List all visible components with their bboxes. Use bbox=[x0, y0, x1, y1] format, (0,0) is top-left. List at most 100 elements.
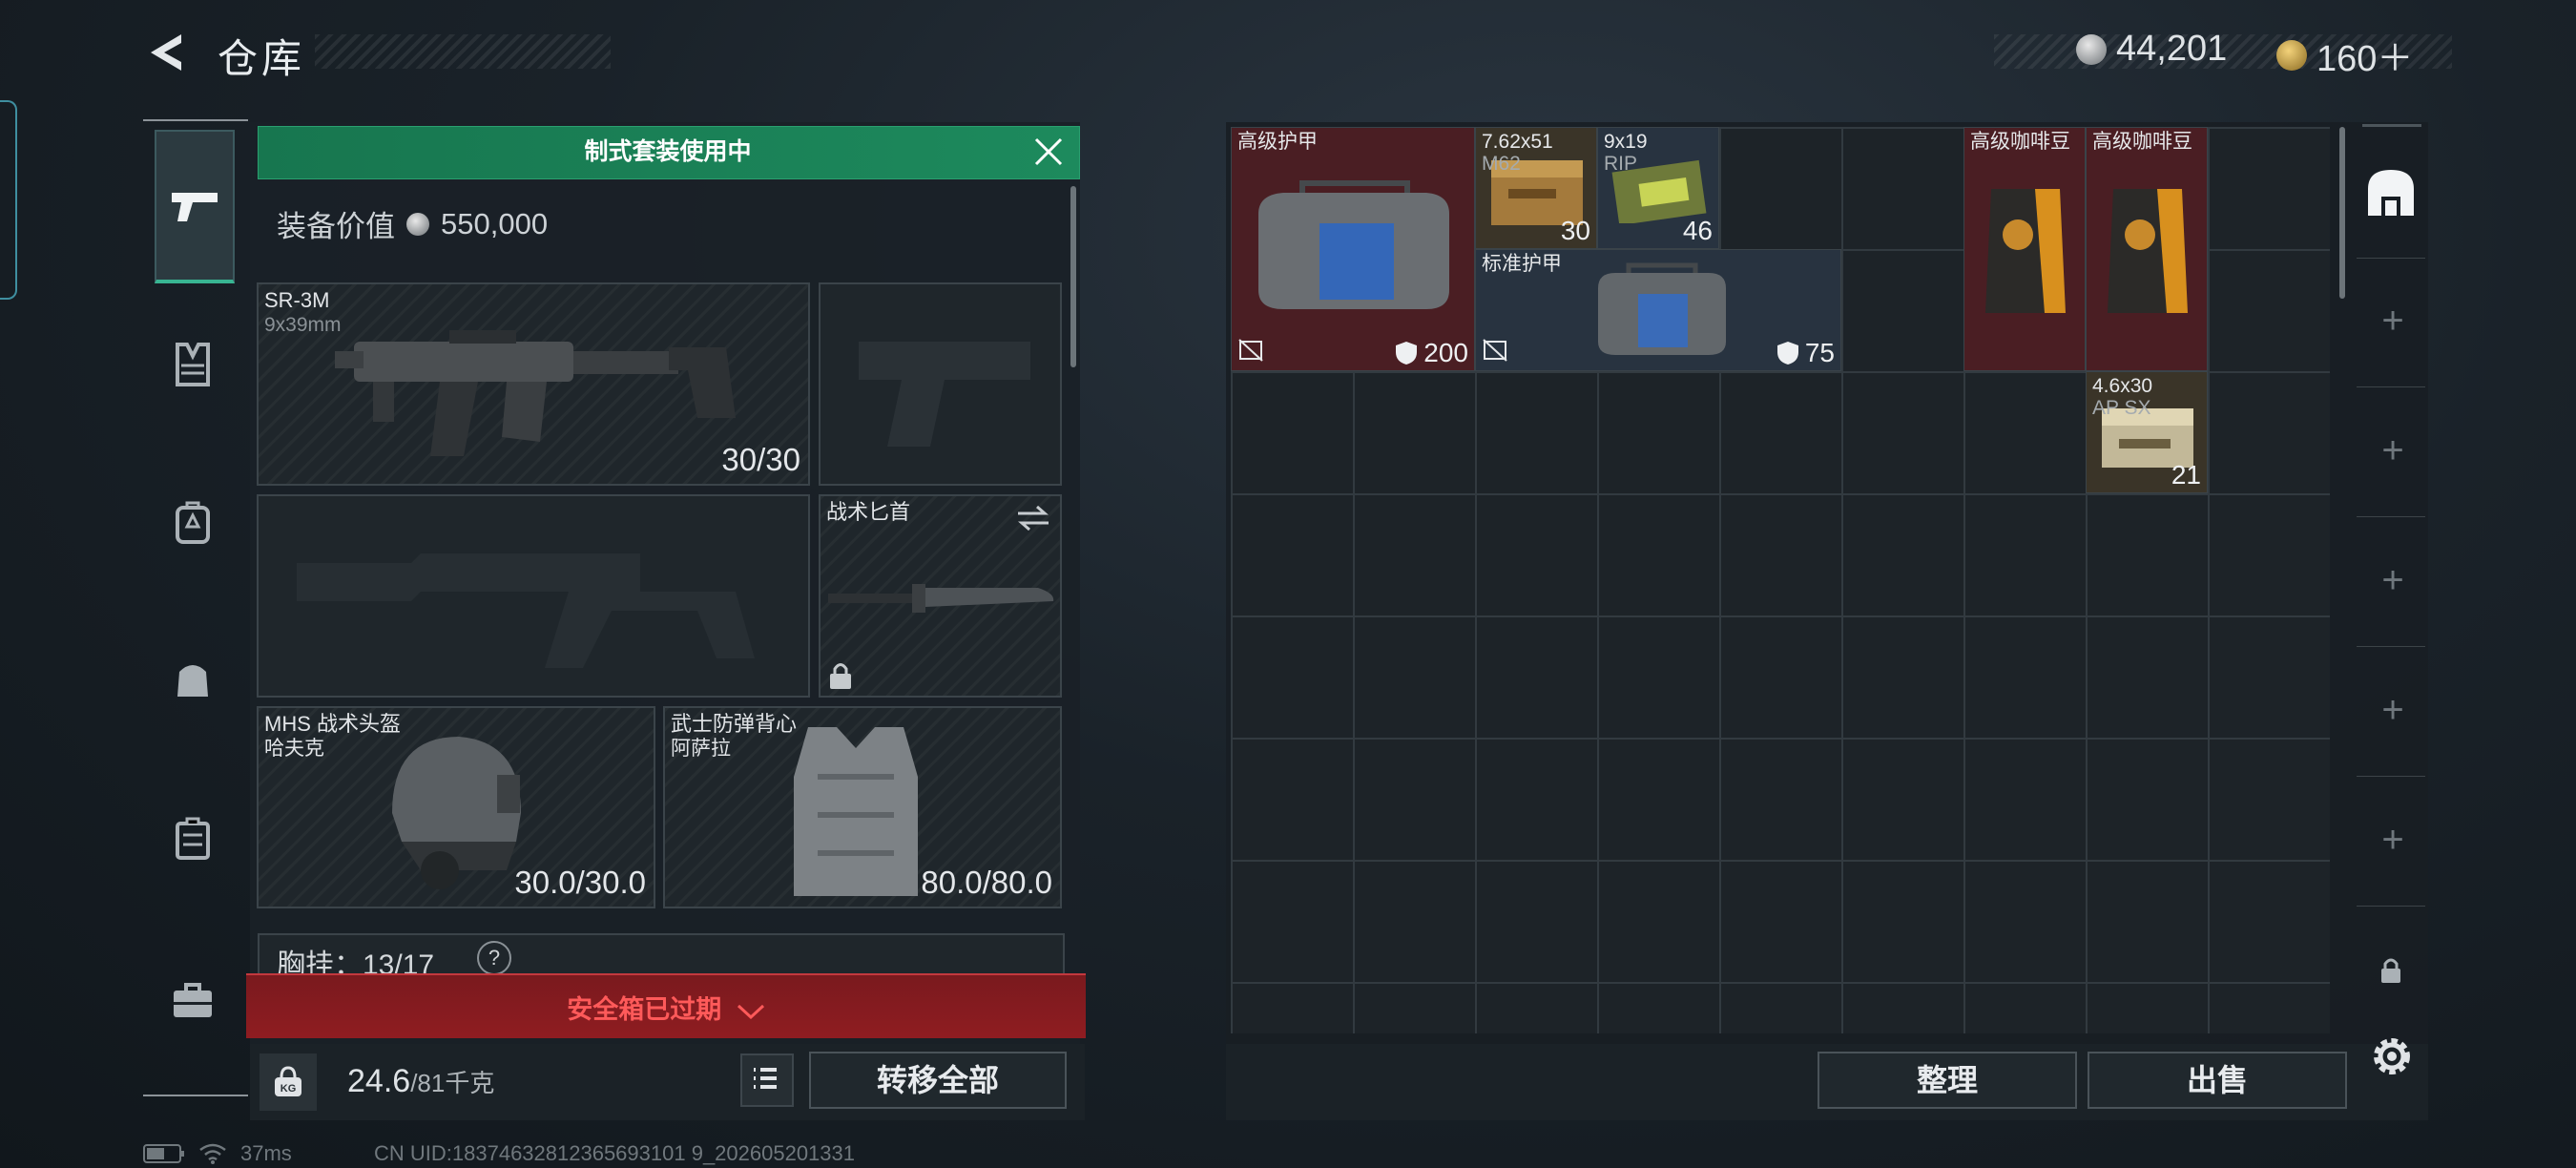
kg-badge: KG bbox=[280, 1083, 297, 1095]
armor-brand: 阿萨拉 bbox=[671, 738, 731, 760]
body-armor-slot[interactable]: 武士防弹背心 阿萨拉 80.0/80.0 bbox=[663, 706, 1062, 908]
settings-button[interactable] bbox=[2366, 1031, 2418, 1082]
weight-value: 24.6 bbox=[347, 1063, 411, 1099]
item-name: 标准护甲 bbox=[1482, 253, 1562, 275]
tab-pouch[interactable] bbox=[155, 641, 231, 718]
storage-tab-divider bbox=[2357, 516, 2425, 517]
gold-coin-icon bbox=[2276, 39, 2307, 71]
ping-value: 37ms bbox=[240, 1141, 292, 1165]
silver-currency: 44,201 bbox=[2076, 29, 2227, 70]
grid-item-armor-advanced[interactable]: 高级护甲 200 bbox=[1231, 127, 1475, 371]
tab-weapons[interactable] bbox=[155, 130, 235, 283]
helmet-durability: 30.0/30.0 bbox=[514, 865, 646, 900]
sort-button[interactable]: 整理 bbox=[1818, 1052, 2077, 1109]
toolbox-icon bbox=[174, 983, 212, 1017]
add-storage-tab-button[interactable]: + bbox=[2366, 424, 2420, 477]
grid-item-ammo-9x19[interactable]: 9x19 RIP 46 bbox=[1597, 127, 1719, 249]
tab-chest-rig[interactable] bbox=[155, 326, 231, 403]
warehouse-icon bbox=[2368, 170, 2414, 216]
storage-tab-main[interactable] bbox=[2362, 164, 2420, 221]
secondary-weapon-slot[interactable] bbox=[257, 494, 810, 698]
armor-value: 75 bbox=[1804, 338, 1835, 367]
armor-durability: 80.0/80.0 bbox=[921, 865, 1052, 900]
wifi-icon bbox=[199, 1143, 226, 1164]
storage-tab-divider bbox=[2357, 776, 2425, 777]
safe-box-status: 安全箱已过期 bbox=[246, 989, 1086, 1026]
grid-item-armor-standard[interactable]: 标准护甲 75 bbox=[1475, 249, 1841, 371]
sell-button[interactable]: 出售 bbox=[2088, 1052, 2347, 1109]
item-count: 21 bbox=[2171, 460, 2201, 490]
grid-item-coffee-beans[interactable]: 高级咖啡豆 bbox=[1963, 127, 2086, 371]
back-button[interactable] bbox=[143, 29, 191, 76]
helmet-icon bbox=[392, 737, 521, 889]
grid-item-ammo-46x30[interactable]: 4.6x30 AP SX 21 bbox=[2086, 371, 2208, 493]
transfer-all-button[interactable]: 转移全部 bbox=[809, 1052, 1067, 1109]
storage-tab-divider bbox=[2357, 258, 2425, 259]
tab-backpack[interactable] bbox=[155, 484, 231, 560]
item-count: 46 bbox=[1682, 216, 1713, 245]
chevron-down-icon bbox=[737, 1004, 764, 1019]
carry-weight: 24.6/81千克 bbox=[347, 1063, 494, 1100]
sr3m-rifle-icon bbox=[335, 330, 736, 456]
add-storage-tab-button[interactable]: + bbox=[2366, 683, 2420, 737]
kettlebell-icon: KG bbox=[275, 1066, 301, 1096]
silver-coin-icon bbox=[2076, 33, 2107, 65]
storage-scrollbar[interactable] bbox=[2339, 127, 2345, 299]
weight-icon: KG bbox=[260, 1053, 317, 1111]
page-title: 仓库 bbox=[218, 36, 306, 81]
chest-rig-icon bbox=[176, 343, 210, 386]
item-subname: AP SX bbox=[2092, 397, 2151, 419]
armor-value: 200 bbox=[1423, 338, 1468, 367]
add-storage-tab-button[interactable]: + bbox=[2366, 553, 2420, 607]
suit-banner-label: 制式套装使用中 bbox=[584, 138, 752, 165]
case-icon bbox=[176, 817, 210, 860]
tab-toolbox[interactable] bbox=[155, 962, 231, 1038]
backpack-icon bbox=[176, 501, 210, 544]
helmet-slot[interactable]: MHS 战术头盔 哈夫克 30.0/30.0 bbox=[257, 706, 655, 908]
pistol-icon bbox=[172, 192, 218, 221]
back-arrow-icon bbox=[151, 34, 181, 71]
item-name: 高级咖啡豆 bbox=[1970, 131, 2070, 153]
item-name: 7.62x51 bbox=[1482, 131, 1553, 153]
add-storage-tab-button[interactable]: + bbox=[2366, 813, 2420, 866]
pistol-placeholder-icon bbox=[859, 342, 1030, 447]
gold-currency[interactable]: 160＋ bbox=[2276, 29, 2413, 81]
silver-amount: 44,201 bbox=[2116, 29, 2228, 69]
swap-icon[interactable] bbox=[1016, 504, 1050, 532]
list-view-button[interactable] bbox=[740, 1053, 794, 1107]
melee-slot[interactable]: 战术匕首 bbox=[819, 494, 1062, 698]
side-drawer-handle[interactable] bbox=[0, 100, 17, 300]
armor-bag-icon bbox=[1258, 180, 1449, 309]
value-label: 装备价值 bbox=[277, 210, 395, 243]
shield-icon bbox=[1396, 342, 1418, 365]
title-decoration bbox=[315, 34, 611, 69]
shield-icon bbox=[1776, 342, 1798, 365]
item-name: 高级咖啡豆 bbox=[2092, 131, 2192, 153]
pistol-slot[interactable] bbox=[819, 282, 1062, 486]
item-subname: RIP bbox=[1604, 153, 1638, 175]
no-repair-icon bbox=[1483, 339, 1507, 362]
help-button[interactable]: ? bbox=[477, 941, 511, 975]
storage-grid[interactable]: 高级护甲 200 7.62x51 M62 30 9x19 RIP 46 标准护甲… bbox=[1231, 127, 2330, 1033]
primary-weapon-slot[interactable]: SR-3M 9x39mm 30/30 bbox=[257, 282, 810, 486]
grid-item-ammo-762[interactable]: 7.62x51 M62 30 bbox=[1475, 127, 1597, 249]
tactical-knife-icon bbox=[828, 584, 1054, 613]
add-storage-tab-button[interactable]: + bbox=[2366, 294, 2420, 347]
melee-name: 战术匕首 bbox=[826, 500, 911, 524]
item-count: 30 bbox=[1560, 216, 1590, 245]
user-uid: CN UID:18374632812365693101 9_2026052013… bbox=[374, 1141, 856, 1165]
close-suit-button[interactable] bbox=[1030, 134, 1067, 170]
coffee-bag-icon bbox=[1985, 189, 2066, 313]
storage-tab-divider bbox=[2357, 386, 2425, 387]
value-amount: 550,000 bbox=[441, 206, 549, 240]
lock-icon bbox=[2381, 958, 2400, 983]
item-name: 高级护甲 bbox=[1237, 131, 1318, 153]
grid-item-coffee-beans[interactable]: 高级咖啡豆 bbox=[2086, 127, 2208, 371]
equipment-scrollbar[interactable] bbox=[1070, 186, 1076, 367]
item-name: 9x19 bbox=[1604, 131, 1648, 153]
storage-tab-divider bbox=[2357, 646, 2425, 647]
item-subname: M62 bbox=[1482, 153, 1521, 175]
rifle-placeholder-icon bbox=[297, 553, 755, 668]
tab-case[interactable] bbox=[155, 800, 231, 876]
locked-tab[interactable] bbox=[2378, 954, 2404, 987]
